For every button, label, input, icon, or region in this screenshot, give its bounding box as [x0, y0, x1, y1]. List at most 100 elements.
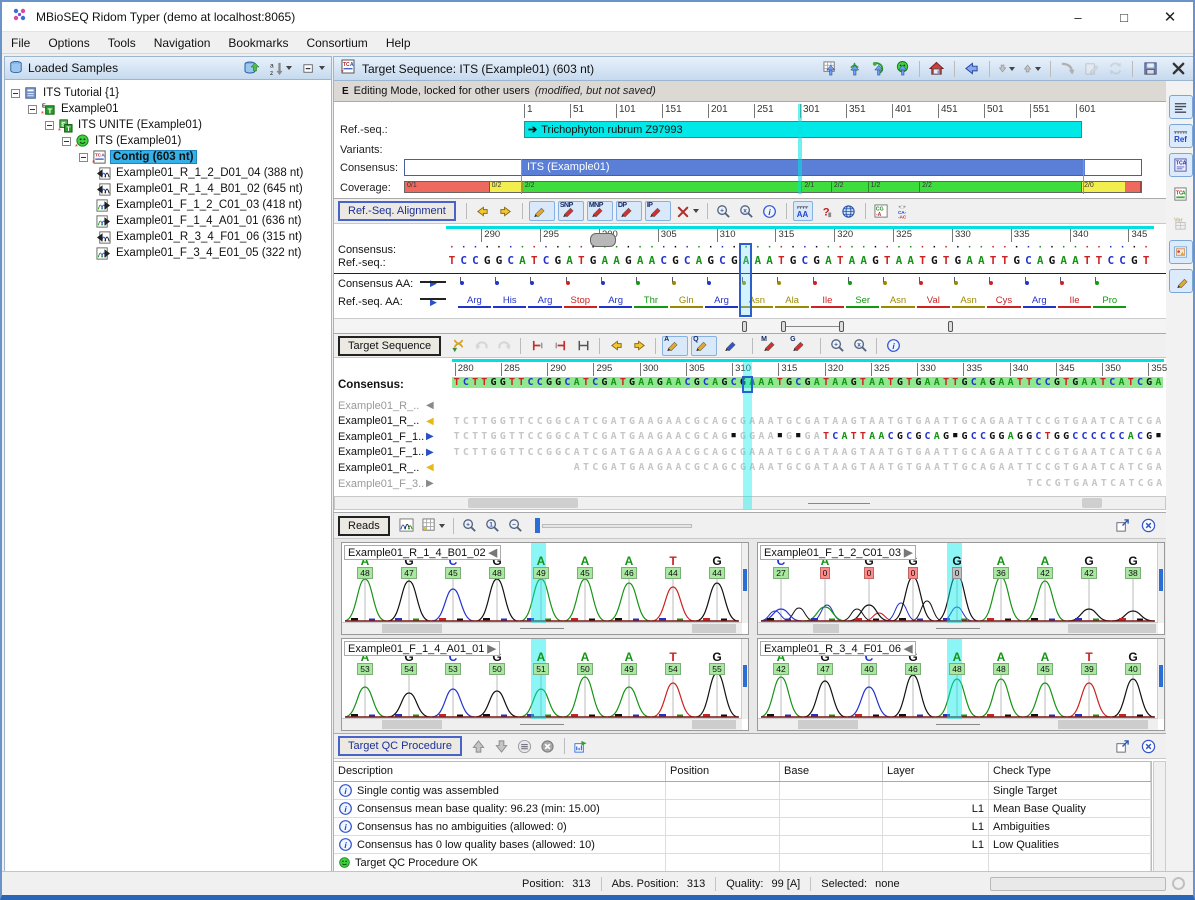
qc-table-row[interactable]: iSingle contig was assembledSingle Targe…: [334, 782, 1151, 800]
qc-move-up-icon[interactable]: [469, 736, 489, 756]
samples-collapse-all-icon[interactable]: [300, 58, 327, 78]
hdr-edit-task-icon[interactable]: [1081, 59, 1101, 79]
tgt-zoom-in-icon[interactable]: +: [827, 336, 847, 356]
refseq-aa-codon[interactable]: Pro: [1093, 295, 1126, 308]
ref-info-icon[interactable]: i: [760, 201, 780, 221]
minimize-window-button[interactable]: –: [1055, 2, 1101, 32]
hdr-prev-target-icon[interactable]: [1021, 59, 1042, 79]
tgt-next-diff-icon[interactable]: [629, 336, 649, 356]
menu-tools[interactable]: Tools: [99, 33, 145, 53]
tgt-trim-both-icon[interactable]: [573, 336, 593, 356]
qc-column-header[interactable]: Position: [666, 762, 780, 781]
reads-zoom-out-icon[interactable]: −: [506, 516, 526, 536]
tree-expander[interactable]: [62, 137, 71, 146]
tgt-edit-gap-icon[interactable]: G: [788, 336, 814, 356]
refseq-aa-codon[interactable]: Ser: [846, 295, 879, 308]
chromatogram-hscrollbar[interactable]: [758, 622, 1158, 634]
variants-view-icon[interactable]: Var: [1169, 211, 1193, 235]
refseq-base-row[interactable]: TCCGGCATCGATGAAGAACGCAGCGAAATGCGATAAGTAA…: [446, 254, 1152, 267]
refseq-aa-codon[interactable]: Asn: [952, 295, 985, 308]
target-consensus-row[interactable]: TCTTGGTTCCGGCATCGATGAAGAACGCAGCGAAATGCGA…: [452, 377, 1163, 388]
hdr-reload-icon[interactable]: [1105, 59, 1125, 79]
refseq-aa-codon[interactable]: Ile: [1058, 295, 1091, 308]
menu-navigation[interactable]: Navigation: [145, 33, 220, 53]
reads-popout-icon[interactable]: [1112, 516, 1132, 536]
reads-zoom-in-icon[interactable]: +: [460, 516, 480, 536]
tgt-trim-start-icon[interactable]: [527, 336, 547, 356]
qc-disable-check-icon[interactable]: [538, 736, 558, 756]
refseq-aa-codon[interactable]: Arg: [1023, 295, 1056, 308]
reads-zoom-100-icon[interactable]: 1: [483, 516, 503, 536]
tree-item[interactable]: ST*ITS UNITE (Example01): [5, 117, 331, 133]
qc-table-row[interactable]: iConsensus has 0 low quality bases (allo…: [334, 836, 1151, 854]
edit-pen-view-icon[interactable]: [1169, 269, 1193, 293]
hdr-submit-table-icon[interactable]: [820, 59, 840, 79]
ref-seq-alignment-button[interactable]: Ref.-Seq. Alignment: [338, 201, 456, 221]
refseq-aa-codon[interactable]: Ile: [811, 295, 844, 308]
refseq-aa-codon[interactable]: His: [493, 295, 526, 308]
hdr-goto-task-icon[interactable]: [1057, 59, 1077, 79]
ref-web-lookup-icon[interactable]: [839, 201, 859, 221]
tree-expander[interactable]: [11, 89, 20, 98]
close-window-button[interactable]: ✕: [1147, 2, 1193, 32]
chromatogram-vscrollbar[interactable]: [741, 543, 748, 623]
tgt-zoom-reset-icon[interactable]: x: [850, 336, 870, 356]
target-qc-button[interactable]: Target QC Procedure: [338, 736, 462, 756]
qc-column-header[interactable]: Check Type: [989, 762, 1151, 781]
chromatogram-Example01_R_3_4_F01_06[interactable]: Example01_R_3_4_F01_06◀A42G47C40G46A48A4…: [757, 638, 1165, 731]
ref-cursor-box[interactable]: [739, 243, 752, 317]
chromatogram-vscrollbar[interactable]: [741, 639, 748, 719]
reference-sequence-bar[interactable]: ➔ Trichophyton rubrum Z97993: [524, 121, 1082, 138]
qc-export-icon[interactable]: [571, 736, 591, 756]
reads-close-icon[interactable]: [1138, 516, 1158, 536]
maximize-window-button[interactable]: □: [1101, 2, 1147, 32]
chromatogram-hscrollbar[interactable]: [342, 718, 742, 730]
ref-mark-mnp-icon[interactable]: MNP: [587, 201, 613, 221]
ref-mark-snp-icon[interactable]: SNP: [558, 201, 584, 221]
tree-expander[interactable]: [45, 121, 54, 130]
tree-item[interactable]: TCA*Contig (603 nt): [5, 149, 331, 165]
frame-marker[interactable]: [948, 321, 953, 332]
qc-list-icon[interactable]: [515, 736, 535, 756]
tgt-edit-ambiguity-icon[interactable]: A: [662, 336, 688, 356]
menu-bookmarks[interactable]: Bookmarks: [219, 33, 297, 53]
ref-remove-variant-icon[interactable]: [674, 201, 701, 221]
qc-close-icon[interactable]: [1138, 736, 1158, 756]
qc-table-row[interactable]: Target QC Procedure OK: [334, 854, 1151, 872]
tree-expander[interactable]: [28, 105, 37, 114]
refseq-aa-codon[interactable]: Arg: [458, 295, 491, 308]
chromatogram-vscrollbar[interactable]: [1157, 543, 1164, 623]
tgt-trim-end-icon[interactable]: [550, 336, 570, 356]
refseq-aa-codon[interactable]: Val: [917, 295, 950, 308]
ref-mark-ip-icon[interactable]: IP: [645, 201, 671, 221]
reads-view-icon[interactable]: [1169, 240, 1193, 264]
tgt-info-icon[interactable]: i: [883, 336, 903, 356]
reads-layout-grid-icon[interactable]: [420, 516, 447, 536]
ref-unknown-codon-icon[interactable]: ?: [816, 201, 836, 221]
ref-ruler[interactable]: 290295300305310315320325330335340345: [334, 229, 1166, 243]
tree-item[interactable]: ITS Tutorial {1}: [5, 85, 331, 101]
menu-consortium[interactable]: Consortium: [297, 33, 376, 53]
refseq-aa-codon[interactable]: Gln: [670, 295, 703, 308]
overview-view-icon[interactable]: [1169, 95, 1193, 119]
target-sequence-button[interactable]: Target Sequence: [338, 336, 441, 356]
qc-column-header[interactable]: Base: [780, 762, 883, 781]
tree-expander[interactable]: [79, 153, 88, 162]
consensus-range-box[interactable]: ITS (Example01): [404, 159, 1142, 176]
tree-item[interactable]: ET*Example01: [5, 101, 331, 117]
chromatogram-vscrollbar[interactable]: [1157, 639, 1164, 719]
coverage-bar[interactable]: 0/10/22/22/12/21/22/22/0: [404, 181, 1142, 193]
ref-codon-display-icon[interactable]: +□+CA--AC: [895, 201, 915, 221]
tree-item[interactable]: Example01_F_3_4_E01_05 (322 nt): [5, 245, 331, 261]
reads-scale-slider-icon[interactable]: [529, 516, 694, 536]
qc-table-row[interactable]: iConsensus mean base quality: 96.23 (min…: [334, 800, 1151, 818]
consensus-dot-row[interactable]: ········································…: [446, 243, 1152, 253]
qc-column-header[interactable]: Layer: [883, 762, 989, 781]
qc-table-row[interactable]: iConsensus has no ambiguities (allowed: …: [334, 818, 1151, 836]
tree-item[interactable]: Example01_R_1_4_B01_02 (645 nt): [5, 181, 331, 197]
frame-marker[interactable]: [742, 321, 747, 332]
ref-next-difference-icon[interactable]: [496, 201, 516, 221]
menu-file[interactable]: File: [2, 33, 39, 53]
qc-column-header[interactable]: Description: [334, 762, 666, 781]
qc-move-down-icon[interactable]: [492, 736, 512, 756]
